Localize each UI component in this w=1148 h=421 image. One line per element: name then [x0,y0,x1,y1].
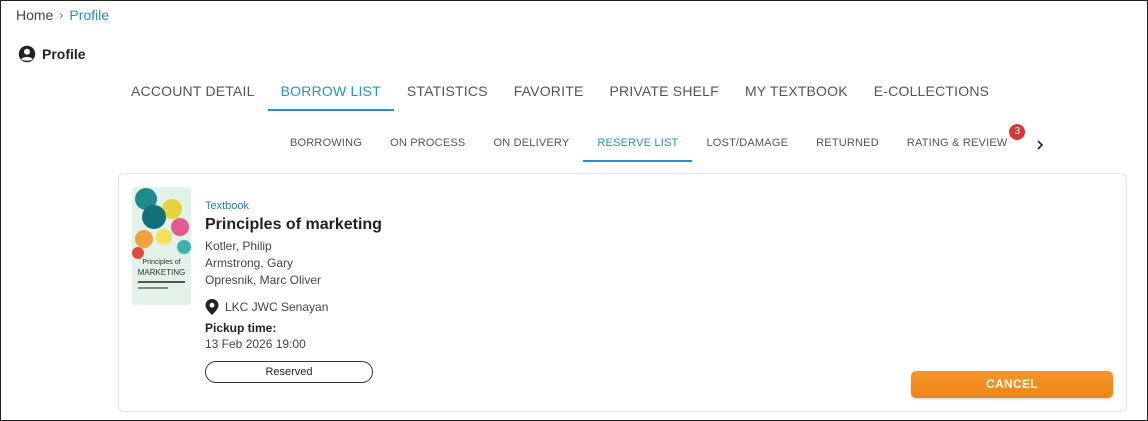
subtab-on-process[interactable]: ON PROCESS [376,128,479,162]
author-name: Kotler, Philip [205,239,272,253]
tab-e-collections[interactable]: E-COLLECTIONS [861,73,1002,111]
tab-my-textbook[interactable]: MY TEXTBOOK [732,73,861,111]
pickup-location: LKC JWC Senayan [205,299,382,315]
subtab-returned[interactable]: RETURNED [802,128,893,162]
subtab-lost-damage[interactable]: LOST/DAMAGE [692,128,802,162]
item-type: Textbook [205,200,250,212]
breadcrumb-home[interactable]: Home [16,7,53,23]
tab-statistics[interactable]: STATISTICS [394,73,501,111]
book-cover-art [132,187,191,305]
reserve-item-card: Principles of MARKETING Textbook Princip… [118,173,1127,412]
tab-private-shelf[interactable]: PRIVATE SHELF [596,73,731,111]
cover-title-line-2: MARKETING [137,268,186,277]
chevron-right-icon [1037,140,1044,150]
breadcrumb: Home › Profile [16,7,109,23]
subtab-borrowing[interactable]: BORROWING [276,128,376,162]
subtab-rating-review[interactable]: RATING & REVIEW 3 [893,124,1026,162]
pickup-time-label: Pickup time: [205,321,277,335]
user-circle-icon [18,45,36,63]
sub-tabs: BORROWING ON PROCESS ON DELIVERY RESERVE… [276,124,1051,163]
notification-badge: 3 [1009,124,1026,140]
breadcrumb-current[interactable]: Profile [69,7,109,23]
main-tabs: ACCOUNT DETAIL BORROW LIST STATISTICS FA… [118,73,1002,113]
location-pin-icon [205,299,219,315]
scroll-right-button[interactable] [1029,134,1051,156]
status-badge: Reserved [205,361,373,383]
tab-borrow-list[interactable]: BORROW LIST [267,73,394,111]
author-name: Armstrong, Gary [205,256,294,270]
app-frame: Home › Profile Profile ACCOUNT DETAIL BO… [0,0,1148,421]
cancel-button[interactable]: CANCEL [911,371,1113,398]
tab-favorite[interactable]: FAVORITE [501,73,597,111]
page-title: Profile [42,46,86,62]
pickup-time-value: 13 Feb 2026 19:00 [205,337,306,351]
author-name: Opresnik, Marc Oliver [205,273,322,287]
tab-account-detail[interactable]: ACCOUNT DETAIL [118,73,268,111]
subtab-reserve-list[interactable]: RESERVE LIST [583,128,693,162]
breadcrumb-separator: › [59,8,64,22]
subtab-rating-review-label: RATING & REVIEW [906,137,1008,149]
item-title[interactable]: Principles of marketing [205,216,382,234]
page-title-row: Profile [18,45,86,63]
book-cover[interactable]: Principles of MARKETING [132,187,191,305]
item-info: Textbook Principles of marketing Kotler,… [205,200,382,383]
cover-title-line-1: Principles of [142,259,181,266]
location-name: LKC JWC Senayan [225,300,329,314]
subtab-on-delivery[interactable]: ON DELIVERY [479,128,583,162]
